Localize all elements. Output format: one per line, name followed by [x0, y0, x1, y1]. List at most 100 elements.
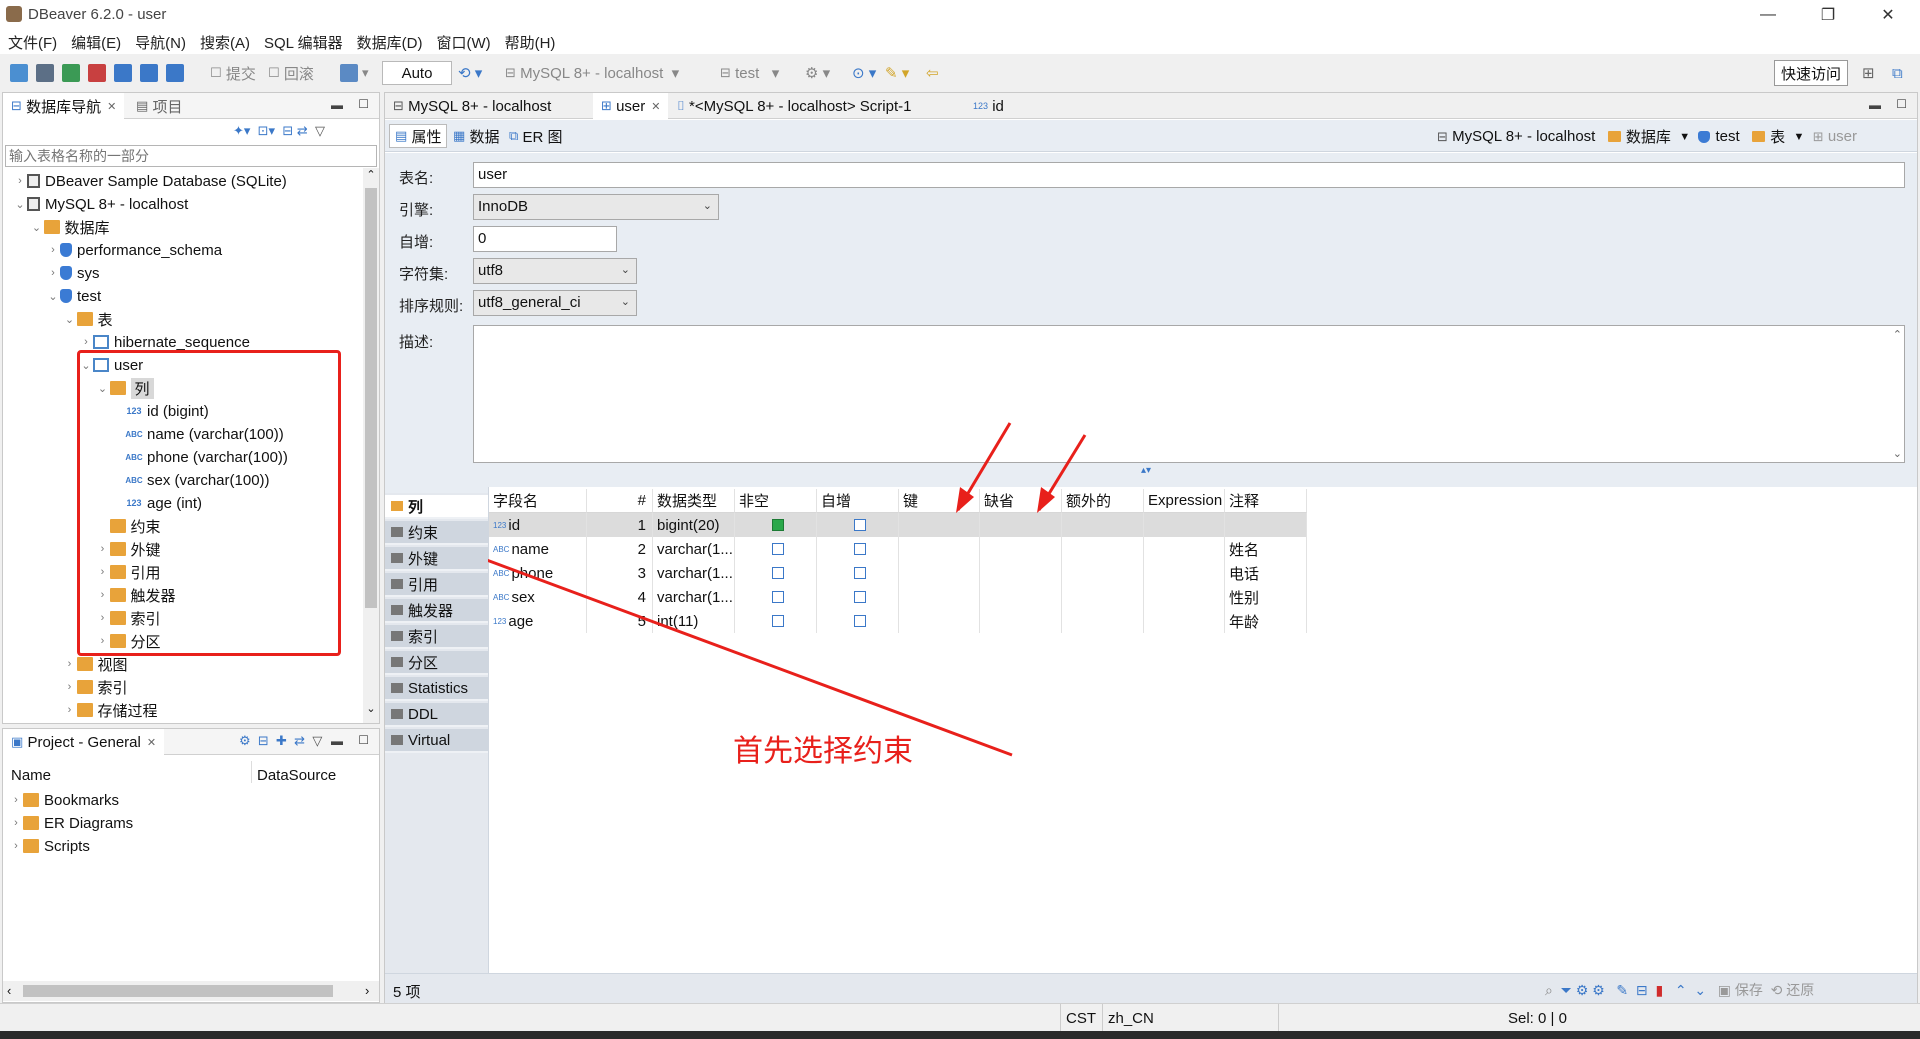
- tree-item[interactable]: › sys: [46, 262, 99, 284]
- connect-icon[interactable]: [36, 64, 54, 82]
- tree-item[interactable]: › 索引: [63, 676, 128, 698]
- menu-navigate[interactable]: 导航(N): [135, 32, 186, 53]
- close-icon[interactable]: ✕: [107, 100, 116, 113]
- chevron-right-icon[interactable]: ›: [79, 336, 93, 348]
- tree-item[interactable]: ⌄ 表: [63, 308, 113, 330]
- menu-database[interactable]: 数据库(D): [357, 32, 423, 53]
- collapse-all-icon[interactable]: ⊟: [282, 123, 293, 138]
- minimize-button[interactable]: —: [1745, 2, 1791, 28]
- maximize-icon[interactable]: ☐: [358, 97, 369, 111]
- side-tab[interactable]: 索引: [385, 625, 488, 649]
- menu-icon[interactable]: ▽: [312, 733, 322, 748]
- side-tab[interactable]: 触发器: [385, 599, 488, 623]
- side-tab-label: 引用: [408, 576, 439, 594]
- chevron-down-icon[interactable]: ⌄: [13, 198, 27, 211]
- minimize-icon[interactable]: ▬: [331, 98, 343, 112]
- chevron-down-icon[interactable]: ▾: [362, 65, 369, 81]
- disconnect-icon[interactable]: [88, 64, 106, 82]
- tab-database-navigator[interactable]: ⊟ 数据库导航 ✕: [3, 93, 125, 119]
- side-tab[interactable]: 约束: [385, 521, 488, 545]
- scroll-right-icon[interactable]: ›: [365, 983, 369, 998]
- tree-item[interactable]: › DBeaver Sample Database (SQLite): [13, 170, 287, 192]
- tab-projects[interactable]: ▤ 项目: [128, 93, 190, 119]
- filter-icon[interactable]: ⊡▾: [258, 123, 275, 138]
- pending-transactions-icon[interactable]: [166, 64, 184, 82]
- menu-sql-editor[interactable]: SQL 编辑器: [264, 32, 343, 53]
- chevron-down-icon[interactable]: ⌄: [46, 290, 60, 303]
- tree-item[interactable]: ⌄ MySQL 8+ - localhost: [13, 193, 188, 215]
- project-hscrollbar[interactable]: ‹ ›: [3, 981, 379, 1001]
- menu-window[interactable]: 窗口(W): [436, 32, 490, 53]
- history-icon[interactable]: ⟲ ▾: [458, 62, 482, 84]
- commit-button[interactable]: ☐ 提交: [210, 62, 256, 84]
- add-icon[interactable]: ✚: [276, 733, 287, 748]
- database-selector[interactable]: ⊟ test ▾: [720, 62, 779, 84]
- link-icon[interactable]: ⇄: [294, 733, 305, 748]
- view-menu-icon[interactable]: ▽: [315, 123, 325, 138]
- project-col-name[interactable]: Name: [11, 767, 51, 784]
- side-tab[interactable]: Statistics: [385, 677, 488, 701]
- side-tab[interactable]: 外键: [385, 547, 488, 571]
- back-icon[interactable]: ⇦: [926, 62, 939, 84]
- chevron-right-icon[interactable]: ›: [46, 267, 60, 279]
- tree-item[interactable]: ⌄ test: [46, 285, 101, 307]
- close-button[interactable]: ✕: [1865, 2, 1911, 28]
- transaction-mode-icon[interactable]: [340, 64, 358, 82]
- quick-access-input[interactable]: 快速访问: [1774, 60, 1849, 86]
- rollback-button[interactable]: ☐ 回滚: [268, 62, 314, 84]
- maximize-icon[interactable]: ☐: [358, 733, 369, 747]
- chevron-right-icon[interactable]: ›: [63, 681, 77, 693]
- scroll-up-icon[interactable]: ⌃: [363, 168, 379, 181]
- chevron-right-icon[interactable]: ›: [63, 704, 77, 716]
- settings-icon[interactable]: ⚙: [239, 733, 251, 748]
- tab-project-general[interactable]: ▣ Project - General ✕: [3, 729, 165, 755]
- tree-item[interactable]: ⌄ 数据库: [30, 216, 110, 238]
- scroll-thumb[interactable]: [23, 985, 333, 997]
- project-item-scripts[interactable]: › Scripts: [9, 835, 90, 857]
- tree-scrollbar[interactable]: ⌃ ⌄: [363, 168, 379, 723]
- link-editor-icon[interactable]: ⇄: [297, 123, 308, 138]
- side-tab[interactable]: Virtual: [385, 729, 488, 753]
- chevron-down-icon[interactable]: ⌄: [63, 313, 77, 326]
- project-item-er-diagrams[interactable]: › ER Diagrams: [9, 812, 133, 834]
- minimize-icon[interactable]: ▬: [331, 734, 343, 748]
- schema-selector[interactable]: ⚙ ▾: [805, 62, 830, 84]
- project-col-datasource[interactable]: DataSource: [257, 767, 336, 784]
- side-tab[interactable]: 列: [385, 495, 488, 519]
- tree-item[interactable]: › performance_schema: [46, 239, 222, 261]
- invalidate-icon[interactable]: [62, 64, 80, 82]
- transaction-icon[interactable]: [114, 64, 132, 82]
- menu-file[interactable]: 文件(F): [8, 32, 57, 53]
- scroll-down-icon[interactable]: ⌄: [363, 702, 379, 715]
- auto-commit-button[interactable]: Auto: [382, 61, 452, 85]
- restore-button[interactable]: ❐: [1805, 2, 1851, 28]
- tools-icon[interactable]: ✎ ▾: [885, 62, 909, 84]
- close-icon[interactable]: ✕: [147, 736, 156, 749]
- connection-selector[interactable]: ⊟ MySQL 8+ - localhost ▾: [505, 62, 679, 84]
- side-tab[interactable]: 引用: [385, 573, 488, 597]
- tree-item[interactable]: › 视图: [63, 653, 128, 675]
- dbeaver-perspective-icon[interactable]: ⧉: [1892, 62, 1903, 84]
- scroll-left-icon[interactable]: ‹: [7, 983, 11, 998]
- project-item-bookmarks[interactable]: › Bookmarks: [9, 789, 119, 811]
- chevron-down-icon[interactable]: ⌄: [30, 221, 44, 234]
- new-connection-small-icon[interactable]: ✦▾: [233, 123, 250, 138]
- menu-edit[interactable]: 编辑(E): [71, 32, 121, 53]
- perspective-icon[interactable]: ⊞: [1862, 62, 1875, 84]
- tree-item-label: 索引: [97, 679, 128, 697]
- side-tab[interactable]: DDL: [385, 703, 488, 727]
- transaction-log-icon[interactable]: [140, 64, 158, 82]
- table-filter-input[interactable]: [5, 145, 377, 167]
- chevron-right-icon[interactable]: ›: [13, 175, 27, 187]
- side-tab[interactable]: 分区: [385, 651, 488, 675]
- link-icon[interactable]: ⊙ ▾: [852, 62, 876, 84]
- tree-item-label: 存储过程: [97, 702, 158, 720]
- scroll-thumb[interactable]: [365, 188, 377, 608]
- menu-help[interactable]: 帮助(H): [505, 32, 556, 53]
- menu-search[interactable]: 搜索(A): [200, 32, 250, 53]
- new-connection-icon[interactable]: [10, 64, 28, 82]
- collapse-icon[interactable]: ⊟: [258, 733, 269, 748]
- tree-item[interactable]: › 存储过程: [63, 699, 158, 721]
- chevron-right-icon[interactable]: ›: [46, 244, 60, 256]
- chevron-right-icon[interactable]: ›: [63, 658, 77, 670]
